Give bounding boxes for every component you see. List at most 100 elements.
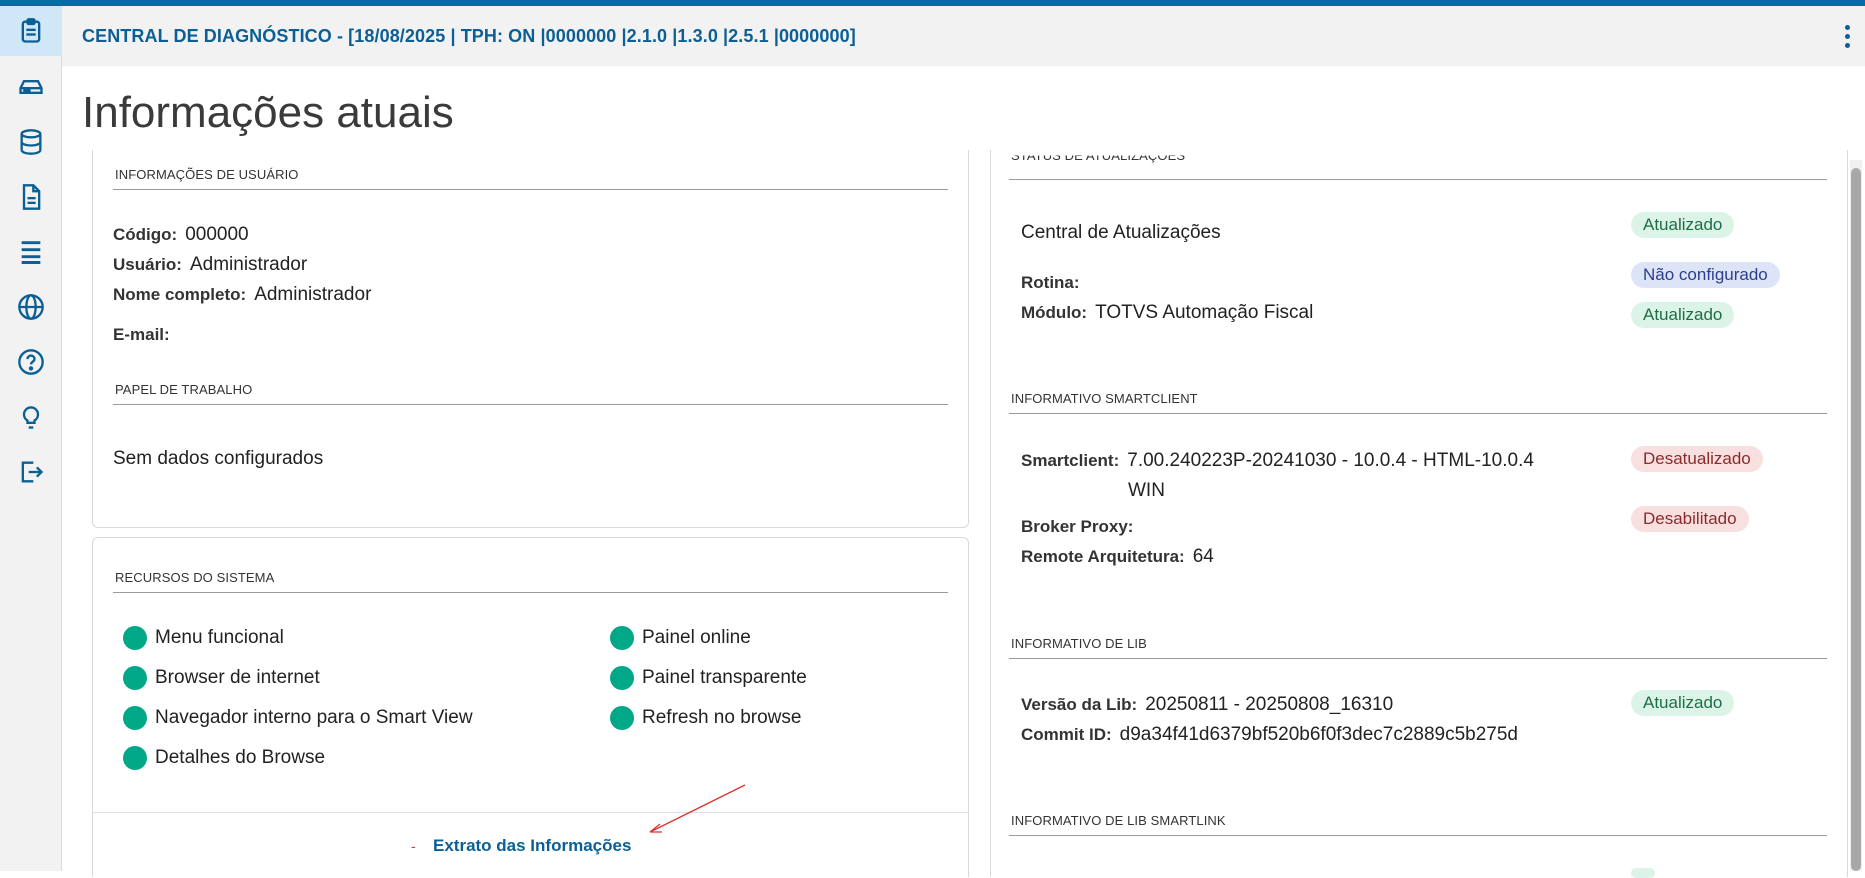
user-info-card: INFORMAÇÕES DE USUÁRIO Código: 000000 Usu… <box>92 150 969 528</box>
fullname-value: Administrador <box>254 284 372 305</box>
footer-divider <box>93 812 968 813</box>
central-updates-label: Central de Atualizações <box>1021 222 1221 243</box>
database-icon <box>20 129 42 155</box>
lightbulb-icon <box>22 406 40 429</box>
resource-item: Browser de internet <box>123 666 320 690</box>
status-dot-icon <box>610 666 634 690</box>
resource-item: Navegador interno para o Smart View <box>123 706 473 730</box>
routine-row: Rotina: <box>1021 272 1088 294</box>
system-resources-title: RECURSOS DO SISTEMA <box>115 570 275 585</box>
lib-smartlink-title: INFORMATIVO DE LIB SMARTLINK <box>1011 813 1226 828</box>
sidebar-item-help[interactable] <box>0 337 62 387</box>
user-code-row: Código: 000000 <box>113 224 249 246</box>
architecture-value: 64 <box>1192 546 1214 567</box>
commit-row: Commit ID: d9a34f41d6379bf520b6f0f3dec7c2… <box>1021 724 1518 746</box>
sidebar-item-server[interactable] <box>0 227 62 277</box>
user-code-label: Código: <box>113 225 178 244</box>
extract-info-link[interactable]: Extrato das Informações <box>433 836 631 856</box>
user-code-value: 000000 <box>185 224 249 245</box>
broker-label: Broker Proxy: <box>1021 517 1134 536</box>
architecture-label: Remote Arquitetura: <box>1021 547 1185 566</box>
smartclient-label: Smartclient: <box>1021 451 1120 470</box>
system-resources-card: RECURSOS DO SISTEMA Menu funcional Brows… <box>92 537 969 877</box>
status-badge <box>1631 868 1655 878</box>
module-row: Módulo: TOTVS Automação Fiscal <box>1021 302 1313 324</box>
status-badge: Atualizado <box>1631 690 1735 716</box>
sidebar-item-logout[interactable] <box>0 447 62 497</box>
divider <box>1009 658 1827 659</box>
module-label: Módulo: <box>1021 303 1088 322</box>
more-options-button[interactable] <box>1837 18 1857 54</box>
resource-item: Refresh no browse <box>610 706 801 730</box>
email-label: E-mail: <box>113 325 170 344</box>
footer-dash: - <box>411 838 416 854</box>
clipboard-icon <box>21 18 41 43</box>
commit-label: Commit ID: <box>1021 725 1112 744</box>
commit-value: d9a34f41d6379bf520b6f0f3dec7c2889c5b275d <box>1119 724 1518 745</box>
username-row: Usuário: Administrador <box>113 254 307 276</box>
annotation-arrow-icon <box>649 784 746 833</box>
username-label: Usuário: <box>113 255 182 274</box>
divider <box>1009 413 1827 414</box>
page-title: Informações atuais <box>82 88 454 137</box>
smartclient-value: 7.00.240223P-20241030 - 10.0.4 - HTML-10… <box>1127 450 1534 471</box>
divider <box>113 404 948 405</box>
lib-title: INFORMATIVO DE LIB <box>1011 636 1147 651</box>
lib-version-value: 20250811 - 20250808_16310 <box>1145 694 1394 715</box>
resource-item: Detalhes do Browse <box>123 746 325 770</box>
hard-drive-icon <box>19 80 43 94</box>
status-dot-icon <box>123 666 147 690</box>
sidebar-item-tips[interactable] <box>0 392 62 442</box>
email-row: E-mail: <box>113 324 178 346</box>
kebab-menu-icon <box>1844 24 1850 30</box>
divider <box>1009 835 1827 836</box>
architecture-row: Remote Arquitetura: 64 <box>1021 546 1214 568</box>
username-value: Administrador <box>189 254 308 275</box>
status-badge: Não configurado <box>1631 262 1780 288</box>
divider <box>113 592 948 593</box>
user-info-title: INFORMAÇÕES DE USUÁRIO <box>115 167 299 182</box>
status-dot-icon <box>610 626 634 650</box>
divider <box>113 189 948 190</box>
scrollbar-thumb[interactable] <box>1851 168 1861 871</box>
globe-icon <box>18 294 44 320</box>
header-title: CENTRAL DE DIAGNÓSTICO - [18/08/2025 | T… <box>82 25 856 46</box>
logout-icon <box>21 461 44 483</box>
status-badge: Atualizado <box>1631 212 1735 238</box>
help-icon <box>18 349 44 375</box>
resource-item: Menu funcional <box>123 626 284 650</box>
server-icon <box>21 241 41 264</box>
fullname-row: Nome completo: Administrador <box>113 284 371 306</box>
broker-row: Broker Proxy: <box>1021 516 1141 538</box>
sidebar-item-diagnostics[interactable] <box>0 6 62 56</box>
status-dot-icon <box>123 626 147 650</box>
sidebar-item-database[interactable] <box>0 117 62 167</box>
status-badge: Desabilitado <box>1631 506 1749 532</box>
status-dot-icon <box>610 706 634 730</box>
work-role-empty-text: Sem dados configurados <box>113 448 324 469</box>
sidebar-item-network[interactable] <box>0 282 62 332</box>
module-value: TOTVS Automação Fiscal <box>1095 302 1314 323</box>
routine-label: Rotina: <box>1021 273 1080 292</box>
lib-version-row: Versão da Lib: 20250811 - 20250808_16310 <box>1021 694 1393 716</box>
status-card: STATUS DE ATUALIZAÇÕES Central de Atuali… <box>990 148 1848 878</box>
resource-item: Painel transparente <box>610 666 807 690</box>
smartclient-row: Smartclient: 7.00.240223P-20241030 - 10.0… <box>1021 450 1534 472</box>
smartclient-value-line2: WIN <box>1128 480 1165 501</box>
lib-version-label: Versão da Lib: <box>1021 695 1138 714</box>
updates-title: STATUS DE ATUALIZAÇÕES <box>1011 148 1186 164</box>
work-role-title: PAPEL DE TRABALHO <box>115 382 253 397</box>
sidebar-item-documents[interactable] <box>0 172 62 222</box>
fullname-label: Nome completo: <box>113 285 247 304</box>
status-badge: Atualizado <box>1631 302 1735 328</box>
status-badge: Desatualizado <box>1631 446 1763 472</box>
status-dot-icon <box>123 706 147 730</box>
sidebar-item-hardware[interactable] <box>0 62 62 112</box>
sidebar <box>0 6 62 871</box>
resource-item: Painel online <box>610 626 751 650</box>
divider <box>1009 179 1827 180</box>
status-dot-icon <box>123 746 147 770</box>
app-header: CENTRAL DE DIAGNÓSTICO - [18/08/2025 | T… <box>62 6 1865 66</box>
document-icon <box>22 184 41 210</box>
smartclient-title: INFORMATIVO SMARTCLIENT <box>1011 391 1198 406</box>
